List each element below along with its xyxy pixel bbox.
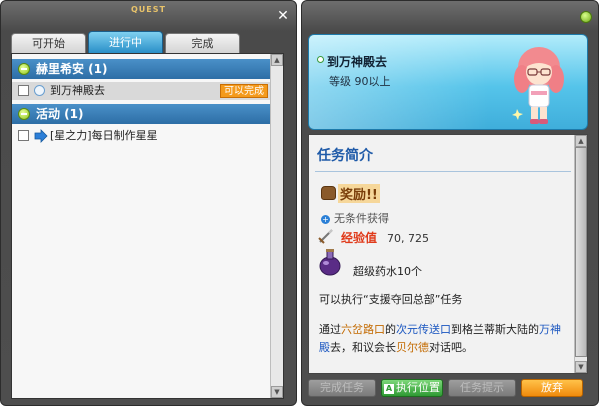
scroll-down-icon[interactable]: ▼ [271,386,283,398]
tab-in-progress[interactable]: 进行中 [88,31,163,53]
scroll-up-icon[interactable]: ▲ [575,135,587,147]
quest-title: [星之力]每日制作星星 [50,129,158,142]
exp-line: 经验值 70, 725 [341,229,429,246]
group-label: 赫里希安 (1) [36,62,108,76]
quest-list: 赫里希安 (1) 到万神殿去 可以完成 活动 (1) [星之力]每日制作星星 ▲… [11,53,284,399]
section-heading: 任务简介 [317,148,373,164]
desc-text: 去，和议会长 [330,341,396,354]
bag-icon [321,186,336,200]
quest-hint-button[interactable]: 任务提示 [448,379,516,397]
collapse-icon[interactable] [18,108,30,120]
quest-title: 到万神殿去 [50,84,105,97]
quest-circle-icon [34,85,45,96]
quest-row-star-force[interactable]: [星之力]每日制作星星 [12,127,270,145]
desc-text: 通过 [319,323,341,336]
quest-description: 通过六岔路口的次元传送口到格兰蒂斯大陆的万神殿去，和议会长贝尔德对话吧。 [319,321,571,357]
tab-completed[interactable]: 完成 [165,33,240,53]
quest-list-window: QUEST ✕ 可开始 进行中 完成 赫里希安 (1) 到万神殿去 可以完成 活… [0,0,297,406]
npc-portrait-icon [512,47,564,124]
scroll-down-icon[interactable]: ▼ [575,361,587,373]
no-condition-text: 无条件获得 [334,212,389,225]
desc-text: 到格兰蒂斯大陆的 [451,323,539,336]
execute-location-label: 执行位置 [396,381,440,394]
collapse-icon[interactable] [18,63,30,75]
quest-detail-panel: 任务简介 奖励!! + 无条件获得 经验值 70, 725 超级药水10个 可以执行… [308,134,588,374]
quest-checkbox[interactable] [18,85,29,96]
plus-icon: + [321,214,330,224]
scroll-up-icon[interactable]: ▲ [271,54,283,66]
quest-title: 到万神殿去 [327,55,388,69]
collapse-panel-icon[interactable] [580,11,592,23]
group-header-event[interactable]: 活动 (1) [12,104,270,124]
reward-label: 奖励!! [338,184,380,203]
detail-scrollbar[interactable]: ▲ ▼ [574,135,587,373]
quest-detail-window: 到万神殿去 等级 90以上 任务简介 奖励!! + 无条件获得 经验值 70, … [301,0,599,406]
desc-text: 的 [385,323,396,336]
quest-header: 到万神殿去 等级 90以上 [308,34,588,130]
sword-icon [318,229,333,244]
location-link[interactable]: 六岔路口 [341,323,385,336]
quest-dot-icon [317,56,324,63]
group-label: 活动 (1) [36,107,84,121]
can-complete-badge: 可以完成 [220,84,268,98]
location-link[interactable]: 次元传送口 [396,323,451,336]
quest-tabs: 可开始 进行中 完成 [11,31,240,53]
exp-value: 70, 725 [387,232,430,245]
divider [315,171,571,172]
npc-link[interactable]: 贝尔德 [396,341,429,354]
next-quest-note: 可以执行“支援夺回总部”任务 [319,293,463,306]
quest-row-pantheon[interactable]: 到万神殿去 可以完成 [12,82,270,100]
complete-quest-button[interactable]: 完成任务 [308,379,376,397]
scroll-thumb[interactable] [575,147,587,357]
quest-level: 等级 90以上 [329,75,391,88]
execute-location-button[interactable]: A 执行位置 [381,379,443,397]
quest-checkbox[interactable] [18,130,29,141]
potion-icon [319,249,341,276]
exp-label: 经验值 [341,231,378,245]
group-header-hiresian[interactable]: 赫里希安 (1) [12,59,270,79]
list-scrollbar[interactable]: ▲ ▼ [270,54,283,398]
close-icon[interactable]: ✕ [276,9,290,23]
item-reward: 超级药水10个 [353,265,422,278]
action-buttons: 完成任务 A 执行位置 任务提示 放弃 [308,379,588,397]
location-icon: A [384,384,394,394]
tab-available[interactable]: 可开始 [11,33,86,53]
window-title: QUEST [131,5,166,14]
condition-line: + 无条件获得 [321,210,389,226]
arrow-right-icon [34,129,48,143]
desc-text: 对话吧。 [429,341,473,354]
abandon-button[interactable]: 放弃 [521,379,583,397]
